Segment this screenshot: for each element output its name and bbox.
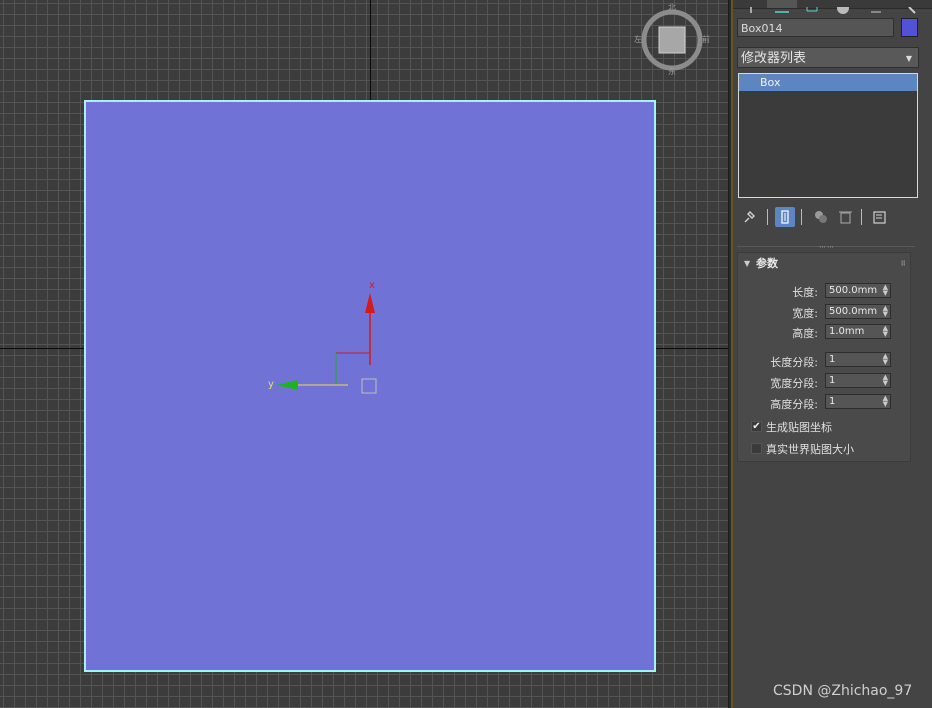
spinner-arrows-icon[interactable]: ▲ ▼ xyxy=(883,395,888,408)
length-spinner[interactable]: 500.0mm ▲ ▼ xyxy=(825,283,891,298)
length-segs-spinner[interactable]: 1 ▲ ▼ xyxy=(825,352,891,367)
viewcube-top-face[interactable] xyxy=(658,26,686,54)
tab-display[interactable] xyxy=(861,0,891,13)
viewcube-label-top: 北 xyxy=(668,3,676,12)
length-label: 长度: xyxy=(792,286,818,299)
command-panel-tabs xyxy=(733,0,932,14)
gen-map-coords-checkbox[interactable]: ✔ xyxy=(751,421,762,432)
checkmark-icon: ✔ xyxy=(752,421,761,432)
modifier-stack-toolbar xyxy=(733,205,932,229)
parameters-rollout: ▼ 参数 ⠿ 长度: 500.0mm ▲ ▼ 宽度: 500.0mm ▲ ▼ 高度:… xyxy=(737,252,911,462)
chevron-down-icon: ▼ xyxy=(905,54,912,63)
toolbar-separator xyxy=(767,209,768,225)
tab-hierarchy[interactable] xyxy=(797,0,827,12)
gen-map-coords-label: 生成贴图坐标 xyxy=(766,421,832,434)
end-result-icon xyxy=(781,210,789,224)
show-end-result-button[interactable] xyxy=(775,207,795,227)
width-segs-label: 宽度分段: xyxy=(770,377,818,390)
spinner-arrows-icon[interactable]: ▲ ▼ xyxy=(883,374,888,387)
height-value[interactable]: 1.0mm xyxy=(829,326,864,337)
make-unique-icon xyxy=(815,211,827,223)
width-spinner[interactable]: 500.0mm ▲ ▼ xyxy=(825,304,891,319)
gizmo-y-arrow[interactable] xyxy=(276,380,298,390)
real-world-map-checkbox[interactable] xyxy=(751,443,762,454)
toolbar-separator xyxy=(801,209,802,225)
gizmo-x-arrow[interactable] xyxy=(365,293,375,313)
modifier-stack-item-box[interactable]: Box xyxy=(739,74,917,91)
rollout-grip-icon: ⠿ xyxy=(900,260,906,268)
transform-gizmo[interactable]: x y xyxy=(0,0,728,708)
height-segs-value[interactable]: 1 xyxy=(829,396,835,407)
parameters-rollout-header[interactable]: ▼ 参数 ⠿ xyxy=(738,253,912,275)
watermark-text: CSDN @Zhichao_97 xyxy=(773,683,913,699)
tab-motion[interactable] xyxy=(829,0,859,14)
panel-resize-grip[interactable]: ⋯⋯ xyxy=(819,243,835,251)
width-segs-spinner[interactable]: 1 ▲ ▼ xyxy=(825,373,891,388)
viewcube-label-right: 前 xyxy=(702,35,710,44)
width-label: 宽度: xyxy=(792,307,818,320)
toolbar-separator xyxy=(861,209,862,225)
viewcube-label-bottom: 东 xyxy=(668,67,676,76)
configure-icon xyxy=(873,211,886,224)
viewcube-label-left: 左 xyxy=(634,35,642,44)
tab-create[interactable] xyxy=(737,0,767,13)
tab-utilities[interactable] xyxy=(895,0,925,14)
modifier-stack[interactable]: Box xyxy=(738,73,918,198)
width-value[interactable]: 500.0mm xyxy=(829,306,877,317)
gizmo-x-label: x xyxy=(369,280,375,291)
spinner-arrows-icon[interactable]: ▲ ▼ xyxy=(883,353,888,366)
width-segs-value[interactable]: 1 xyxy=(829,375,835,386)
length-value[interactable]: 500.0mm xyxy=(829,285,877,296)
collapse-triangle-icon: ▼ xyxy=(744,259,751,268)
trash-icon xyxy=(839,211,852,224)
spinner-arrows-icon[interactable]: ▲ ▼ xyxy=(883,305,888,318)
height-segs-spinner[interactable]: 1 ▲ ▼ xyxy=(825,394,891,409)
length-segs-label: 长度分段: xyxy=(770,356,818,369)
height-label: 高度: xyxy=(792,327,818,340)
height-spinner[interactable]: 1.0mm ▲ ▼ xyxy=(825,324,891,339)
parameters-rollout-title: 参数 xyxy=(756,257,778,270)
real-world-map-label: 真实世界贴图大小 xyxy=(766,443,854,456)
spinner-arrows-icon[interactable]: ▲ ▼ xyxy=(883,284,888,297)
length-segs-value[interactable]: 1 xyxy=(829,354,835,365)
gizmo-y-label: y xyxy=(268,379,274,390)
object-name-field[interactable]: Box014 xyxy=(737,18,894,37)
pin-stack-button[interactable] xyxy=(739,207,759,227)
pivot-center-handle[interactable] xyxy=(361,378,377,394)
pin-icon xyxy=(744,211,755,223)
command-panel: Box014 修改器列表 ▼ Box ⋯⋯ ▼ 参数 ⠿ 长度: 500.0mm… xyxy=(733,0,932,708)
modifier-list-label: 修改器列表 xyxy=(741,51,807,66)
tab-modify[interactable] xyxy=(767,0,797,13)
height-segs-label: 高度分段: xyxy=(770,398,818,411)
configure-modifier-sets-button[interactable] xyxy=(869,207,889,227)
make-unique-button[interactable] xyxy=(811,207,831,227)
viewcube[interactable]: 北 左 前 东 xyxy=(634,3,710,76)
spinner-arrows-icon[interactable]: ▲ ▼ xyxy=(883,325,888,338)
modifier-list-dropdown[interactable]: 修改器列表 ▼ xyxy=(737,47,919,68)
remove-modifier-button[interactable] xyxy=(835,207,855,227)
perspective-viewport[interactable]: x y 北 左 前 东 xyxy=(0,0,728,708)
object-color-swatch[interactable] xyxy=(901,18,918,37)
